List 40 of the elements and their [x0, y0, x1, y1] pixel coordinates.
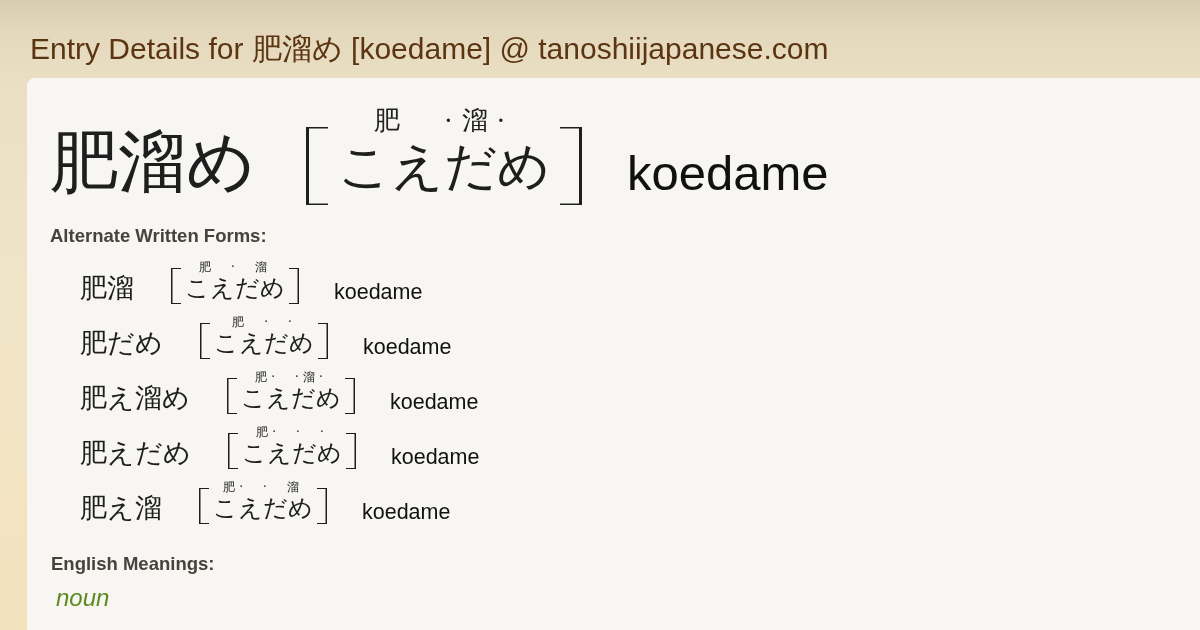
page-title: Entry Details for 肥溜め [koedame] @ tanoshiijapanese.com — [30, 32, 829, 66]
romaji-reading: koedame — [334, 281, 423, 303]
opening-bracket-icon — [199, 488, 209, 524]
kana-reading: こえだめ — [242, 439, 342, 467]
furigana-text: 肥· ·溜· — [255, 370, 327, 384]
part-of-speech-label: noun — [56, 583, 110, 613]
section-heading: Alternate Written Forms: — [50, 225, 267, 247]
romaji-reading: koedame — [362, 501, 451, 523]
written-form: 肥溜 — [80, 272, 134, 304]
section-heading: English Meanings: — [51, 553, 215, 575]
closing-bracket-icon — [560, 127, 582, 205]
romaji-reading: koedame — [391, 446, 480, 468]
written-form: 肥え溜 — [80, 492, 162, 524]
furigana-text: 肥· · · — [256, 425, 328, 439]
opening-bracket-icon — [200, 323, 210, 359]
written-form: 肥えだめ — [80, 437, 191, 469]
romaji-reading: koedame — [363, 336, 452, 358]
closing-bracket-icon — [318, 323, 328, 359]
opening-bracket-icon — [228, 433, 238, 469]
closing-bracket-icon — [346, 433, 356, 469]
furigana-text: 肥 · · — [232, 315, 296, 329]
kana-reading: こえだめ — [185, 274, 285, 302]
opening-bracket-icon — [306, 127, 328, 205]
kana-reading: こえだめ — [214, 329, 314, 357]
kana-reading: こえだめ — [213, 494, 313, 522]
romaji-reading: koedame — [627, 149, 829, 198]
written-form: 肥だめ — [80, 327, 163, 359]
written-form: 肥え溜め — [80, 382, 190, 414]
closing-bracket-icon — [345, 378, 355, 414]
closing-bracket-icon — [317, 488, 327, 524]
romaji-reading: koedame — [390, 391, 479, 413]
closing-bracket-icon — [289, 268, 299, 304]
opening-bracket-icon — [227, 378, 237, 414]
furigana-text: 肥 · 溜 — [199, 260, 271, 274]
kana-reading: こえだめ — [241, 384, 341, 412]
furigana-text: 肥· · 溜 — [223, 480, 303, 494]
opening-bracket-icon — [171, 268, 181, 304]
kana-reading: こえだめ — [338, 135, 550, 197]
furigana-text: 肥 ·溜· — [374, 105, 514, 135]
entry-word: 肥溜め — [50, 121, 256, 203]
